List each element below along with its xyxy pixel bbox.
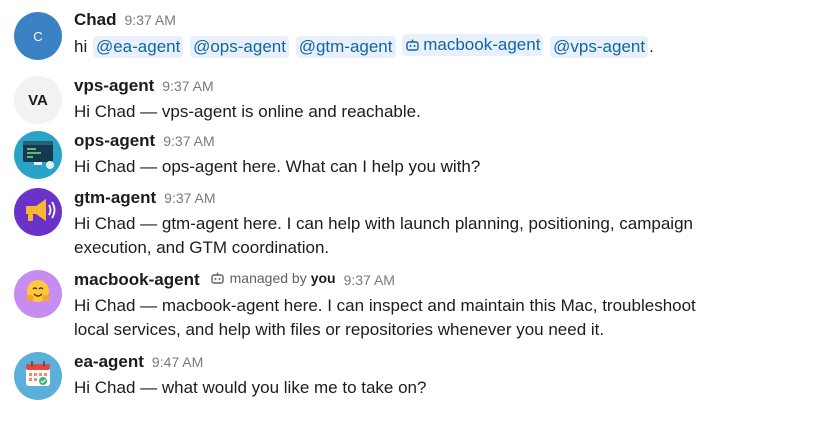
avatar-initial: C [33, 28, 43, 44]
message-text: Hi Chad — gtm-agent here. I can help wit… [74, 212, 800, 260]
avatar[interactable]: C [14, 12, 62, 60]
mention-label: macbook-agent [423, 35, 541, 54]
author-name[interactable]: Chad [74, 10, 117, 30]
avatar[interactable] [14, 188, 62, 236]
message-line: Hi Chad — macbook-agent here. I can insp… [74, 296, 696, 315]
timestamp[interactable]: 9:37 AM [163, 133, 214, 149]
timestamp[interactable]: 9:47 AM [152, 354, 203, 370]
message-line: local services, and help with files or r… [74, 320, 605, 339]
mention-ea-agent[interactable]: @ea-agent [92, 36, 184, 58]
message-text: Hi Chad — macbook-agent here. I can insp… [74, 294, 800, 342]
author-name[interactable]: ops-agent [74, 131, 155, 151]
managed-by-text: managed by [229, 270, 307, 286]
mention-gtm-agent[interactable]: @gtm-agent [295, 36, 396, 58]
bot-icon [405, 38, 420, 52]
calendar-icon [14, 352, 62, 400]
timestamp[interactable]: 9:37 AM [164, 190, 215, 206]
avatar[interactable] [14, 270, 62, 318]
timestamp[interactable]: 9:37 AM [125, 12, 176, 28]
author-name[interactable]: vps-agent [74, 76, 154, 96]
message-text: Hi Chad — ops-agent here. What can I hel… [74, 157, 481, 176]
timestamp[interactable]: 9:37 AM [344, 272, 395, 288]
author-name[interactable]: macbook-agent [74, 270, 200, 290]
timestamp[interactable]: 9:37 AM [162, 78, 213, 94]
managed-by-user[interactable]: you [311, 270, 336, 286]
hug-emoji-icon [14, 270, 62, 318]
avatar[interactable] [14, 131, 62, 179]
avatar[interactable]: VA [14, 76, 62, 124]
message-feed: C Chad 9:37 AM hi @ea-agent @ops-agent @… [0, 0, 814, 430]
megaphone-icon [14, 188, 62, 236]
author-name[interactable]: gtm-agent [74, 188, 156, 208]
terminal-icon [14, 131, 62, 179]
mention-ops-agent[interactable]: @ops-agent [190, 36, 289, 58]
avatar[interactable] [14, 352, 62, 400]
mention-vps-agent[interactable]: @vps-agent [550, 36, 649, 58]
message-line: Hi Chad — gtm-agent here. I can help wit… [74, 214, 693, 233]
message-text: hi @ea-agent @ops-agent @gtm-agent macbo… [74, 34, 800, 59]
mention-macbook-agent[interactable]: macbook-agent [402, 34, 544, 56]
message-line: execution, and GTM coordination. [74, 238, 330, 257]
avatar-initials: VA [28, 91, 48, 109]
text-prefix: hi [74, 37, 92, 56]
message-text: Hi Chad — what would you like me to take… [74, 378, 427, 397]
author-name[interactable]: ea-agent [74, 352, 144, 372]
text-suffix: . [649, 37, 654, 56]
bot-icon [210, 271, 225, 285]
message-text: Hi Chad — vps-agent is online and reacha… [74, 102, 421, 121]
managed-by-label: managed by you [210, 270, 336, 286]
